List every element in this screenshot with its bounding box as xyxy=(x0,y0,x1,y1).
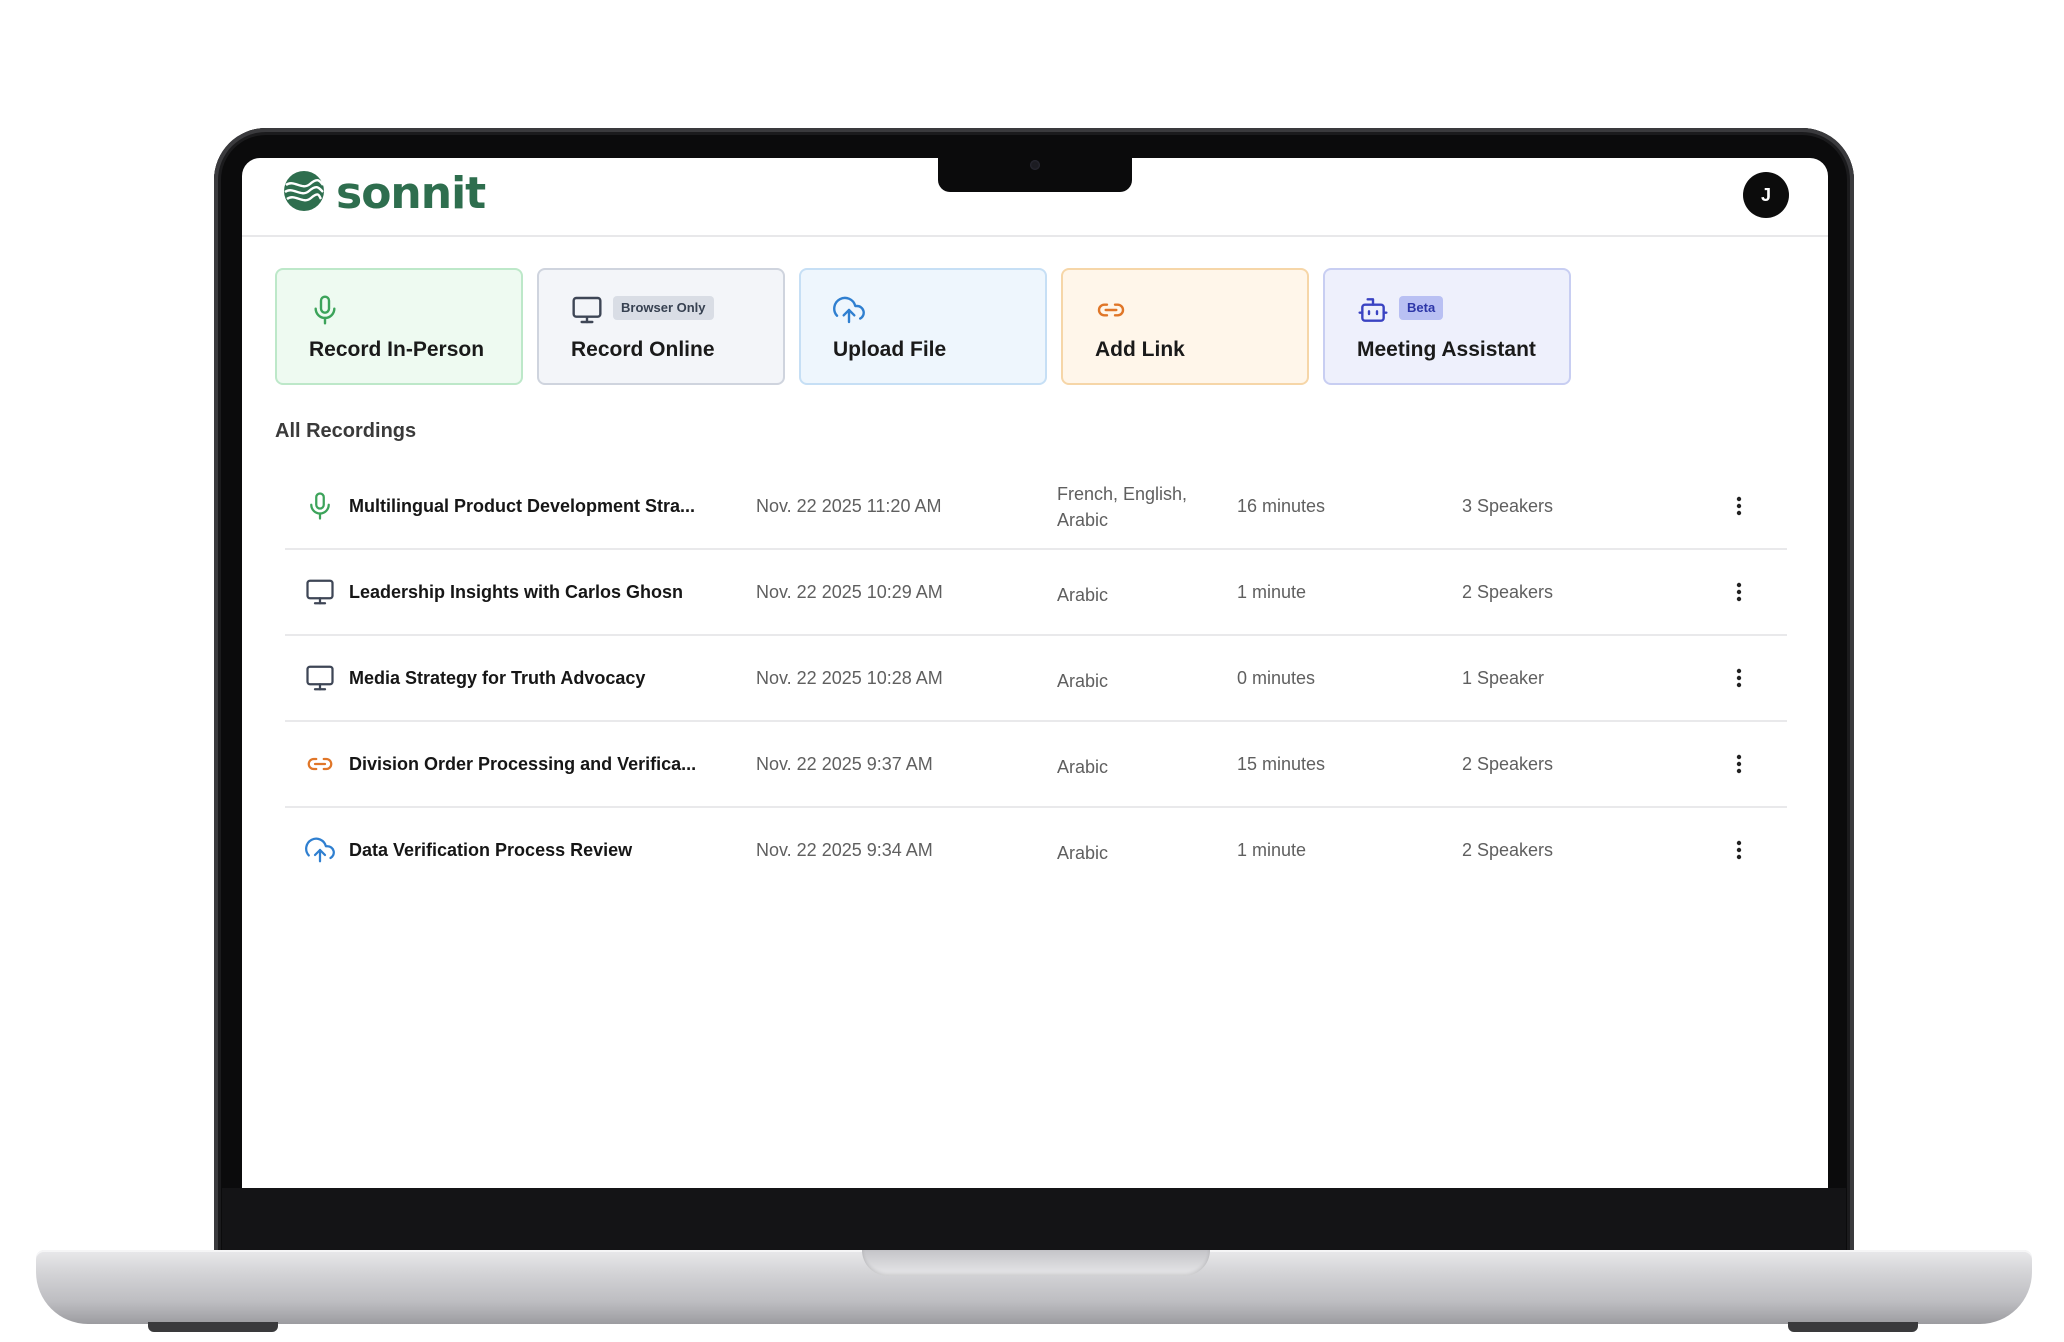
recording-languages: Arabic xyxy=(1057,843,1109,863)
beta-badge: Beta xyxy=(1399,296,1444,320)
camera-notch xyxy=(938,152,1132,192)
recording-date: Nov. 22 2025 11:20 AM xyxy=(756,496,942,516)
recording-speakers: 1 Speaker xyxy=(1462,668,1545,688)
cloud-upload-icon xyxy=(833,294,865,326)
recording-date: Nov. 22 2025 9:37 AM xyxy=(756,754,933,774)
recording-languages: Arabic xyxy=(1057,757,1109,777)
recording-date: Nov. 22 2025 10:29 AM xyxy=(756,582,943,602)
record-in-person-card[interactable]: Record In-Person xyxy=(275,268,523,385)
recording-speakers: 3 Speakers xyxy=(1462,496,1554,516)
monitor-icon xyxy=(305,663,335,693)
recording-date: Nov. 22 2025 9:34 AM xyxy=(756,840,933,860)
card-label: Upload File xyxy=(833,338,947,361)
bot-icon xyxy=(1357,294,1389,326)
recording-duration: 1 minute xyxy=(1237,840,1307,860)
recording-duration: 15 minutes xyxy=(1237,754,1326,774)
browser-only-badge: Browser Only xyxy=(613,296,714,320)
monitor-icon xyxy=(305,577,335,607)
link-icon xyxy=(1095,294,1127,326)
laptop-screen: sonnit J Record In-Person Browser Only R… xyxy=(242,158,1828,1188)
record-online-card[interactable]: Browser Only Record Online xyxy=(537,268,785,385)
more-options-icon[interactable] xyxy=(1721,832,1757,868)
all-recordings-title: All Recordings xyxy=(275,420,417,442)
recording-row[interactable]: Division Order Processing and Verifica..… xyxy=(285,722,1787,808)
link-icon xyxy=(305,749,335,779)
monitor-icon xyxy=(571,294,603,326)
more-options-icon[interactable] xyxy=(1721,660,1757,696)
recording-title[interactable]: Media Strategy for Truth Advocacy xyxy=(349,668,645,689)
recording-row[interactable]: Media Strategy for Truth Advocacy Nov. 2… xyxy=(285,636,1787,722)
recording-row[interactable]: Data Verification Process Review Nov. 22… xyxy=(285,808,1787,892)
more-options-icon[interactable] xyxy=(1721,746,1757,782)
recording-speakers: 2 Speakers xyxy=(1462,754,1554,774)
card-label: Meeting Assistant xyxy=(1357,338,1536,361)
microphone-icon xyxy=(309,294,341,326)
recording-duration: 16 minutes xyxy=(1237,496,1326,516)
app-logo[interactable]: sonnit xyxy=(282,167,486,219)
laptop-foot-right xyxy=(1788,1322,1918,1332)
recording-languages: Arabic xyxy=(1057,585,1109,605)
upload-file-card[interactable]: Upload File xyxy=(799,268,1047,385)
add-link-card[interactable]: Add Link xyxy=(1061,268,1309,385)
microphone-icon xyxy=(305,491,335,521)
camera-icon xyxy=(1030,160,1040,170)
sonnit-logo-icon xyxy=(282,169,326,218)
card-label: Record Online xyxy=(571,338,715,361)
recording-title[interactable]: Multilingual Product Development Stra... xyxy=(349,496,695,517)
laptop-opening-notch xyxy=(862,1250,1210,1276)
recording-title[interactable]: Division Order Processing and Verifica..… xyxy=(349,754,696,775)
app-name: sonnit xyxy=(336,167,486,219)
recording-speakers: 2 Speakers xyxy=(1462,840,1554,860)
card-label: Record In-Person xyxy=(309,338,485,361)
cloud-upload-icon xyxy=(305,835,335,865)
recording-duration: 1 minute xyxy=(1237,582,1307,602)
recording-title[interactable]: Data Verification Process Review xyxy=(349,840,632,861)
laptop-foot-left xyxy=(148,1322,278,1332)
recording-title[interactable]: Leadership Insights with Carlos Ghosn xyxy=(349,582,683,603)
laptop-bottom-bezel xyxy=(222,1188,1846,1252)
recording-row[interactable]: Leadership Insights with Carlos Ghosn No… xyxy=(285,550,1787,636)
card-label: Add Link xyxy=(1095,338,1185,361)
meeting-assistant-card[interactable]: Beta Meeting Assistant xyxy=(1323,268,1571,385)
recording-row[interactable]: Multilingual Product Development Stra...… xyxy=(285,464,1787,550)
recording-languages: French, English, Arabic xyxy=(1057,484,1188,530)
recording-date: Nov. 22 2025 10:28 AM xyxy=(756,668,943,688)
more-options-icon[interactable] xyxy=(1721,488,1757,524)
recording-speakers: 2 Speakers xyxy=(1462,582,1554,602)
more-options-icon[interactable] xyxy=(1721,574,1757,610)
user-avatar[interactable]: J xyxy=(1743,172,1789,218)
action-cards: Record In-Person Browser Only Record Onl… xyxy=(275,268,1571,385)
recordings-list: Multilingual Product Development Stra...… xyxy=(285,464,1787,892)
recording-languages: Arabic xyxy=(1057,671,1109,691)
recording-duration: 0 minutes xyxy=(1237,668,1316,688)
